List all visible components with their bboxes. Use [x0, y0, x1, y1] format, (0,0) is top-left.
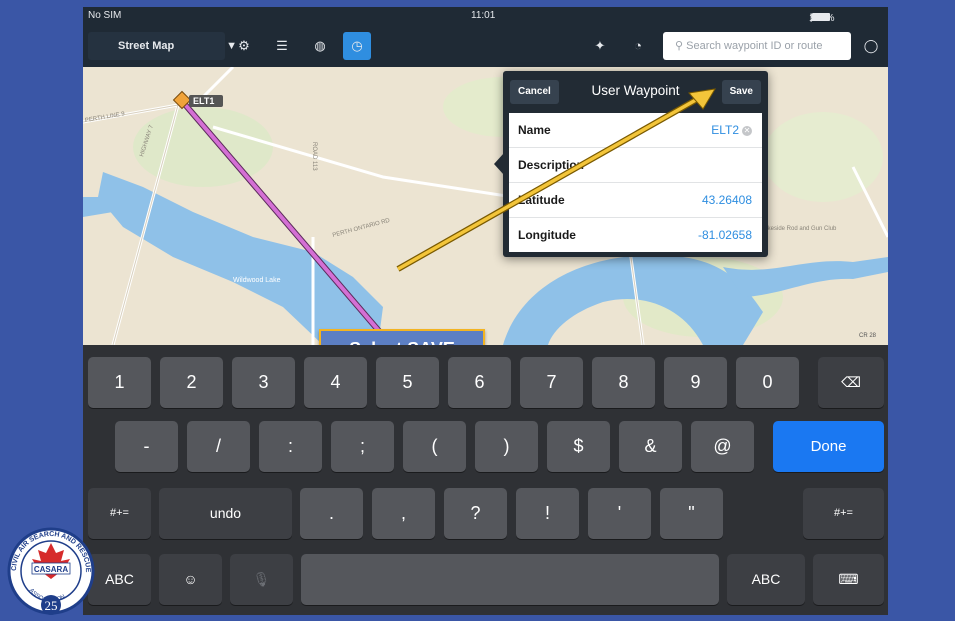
status-bar: No SIM 11:01 ➤ ᛒ 100%	[83, 7, 888, 25]
key-dollar[interactable]: $	[547, 421, 610, 472]
abc-key-right[interactable]: ABC	[727, 554, 805, 605]
key-ampersand[interactable]: &	[619, 421, 682, 472]
symbols-key-right[interactable]: #+=	[803, 488, 884, 539]
clock-icon: ◔	[634, 38, 642, 53]
waypoint-form: Name ELT2 ✕ Description Latitude 43.26408…	[509, 113, 762, 252]
dictation-key[interactable]: 🎙	[230, 554, 293, 605]
longitude-row[interactable]: Longitude -81.02658	[509, 218, 762, 252]
numeric-keyboard: 1 2 3 4 5 6 7 8 9 0 ⌫ - / : ; ( ) $ & @ …	[83, 345, 888, 615]
map-type-label: Street Map	[118, 40, 175, 52]
microphone-icon: 🎙	[252, 571, 271, 587]
description-label: Description	[518, 158, 585, 172]
key-exclamation[interactable]: !	[516, 488, 579, 539]
key-1[interactable]: 1	[88, 357, 151, 408]
abc-key-left[interactable]: ABC	[88, 554, 151, 605]
key-2[interactable]: 2	[160, 357, 223, 408]
key-3[interactable]: 3	[232, 357, 295, 408]
backspace-icon: ⌫	[841, 374, 861, 390]
key-5[interactable]: 5	[376, 357, 439, 408]
keyboard-hide-icon: ⌨	[838, 571, 859, 587]
road-label: ROAD 113	[311, 142, 317, 171]
latitude-label: Latitude	[518, 193, 565, 207]
key-close-paren[interactable]: )	[475, 421, 538, 472]
space-key[interactable]	[301, 554, 719, 605]
key-period[interactable]: .	[300, 488, 363, 539]
name-field[interactable]: ELT2 ✕	[711, 123, 752, 137]
place-label: Lakeside Rod and Gun Club	[761, 226, 837, 232]
key-7[interactable]: 7	[520, 357, 583, 408]
key-dash[interactable]: -	[115, 421, 178, 472]
hide-keyboard-key[interactable]: ⌨	[813, 554, 884, 605]
key-0[interactable]: 0	[736, 357, 799, 408]
globe-icon: ◍	[314, 38, 326, 53]
popup-pointer	[494, 153, 504, 175]
clear-icon[interactable]: ✕	[742, 125, 752, 136]
map-type-selector[interactable]: Street Map ▼	[88, 32, 237, 60]
casara-logo: CIVIL AIR SEARCH AND RESCUE CASARA ASSOC…	[7, 527, 95, 615]
battery-icon	[812, 13, 830, 21]
popup-header: Cancel User Waypoint Save	[503, 71, 768, 113]
key-semicolon[interactable]: ;	[331, 421, 394, 472]
key-quote[interactable]: "	[660, 488, 723, 539]
star-icon: ✦	[594, 38, 606, 53]
user-waypoint-popup: Cancel User Waypoint Save Name ELT2 ✕ Des…	[494, 71, 768, 257]
longitude-label: Longitude	[518, 228, 576, 242]
ipad-screen: No SIM 11:01 ➤ ᛒ 100% Street Map ▼ ⚙ ☰ ◍…	[83, 7, 888, 615]
backspace-key[interactable]: ⌫	[818, 357, 884, 408]
carrier-label: No SIM	[88, 10, 122, 21]
name-value: ELT2	[711, 123, 739, 137]
latitude-field[interactable]: 43.26408	[702, 193, 752, 207]
instruction-callout: Select SAVE	[319, 329, 485, 345]
sync-button[interactable]: ◯	[858, 32, 884, 60]
layers-button[interactable]: ☰	[267, 32, 297, 60]
key-at[interactable]: @	[691, 421, 754, 472]
key-slash[interactable]: /	[187, 421, 250, 472]
gauge-icon: ◷	[351, 38, 363, 53]
road-label: CR 28	[859, 333, 877, 339]
gear-icon: ⚙	[238, 38, 250, 53]
undo-key[interactable]: undo	[159, 488, 292, 539]
emoji-key[interactable]: ☺	[159, 554, 222, 605]
done-key[interactable]: Done	[773, 421, 884, 472]
key-8[interactable]: 8	[592, 357, 655, 408]
globe-button[interactable]: ◍	[305, 32, 335, 60]
waypoint-label: ELT1	[193, 96, 214, 106]
water-label: Wildwood Lake	[233, 277, 281, 284]
key-comma[interactable]: ,	[372, 488, 435, 539]
latitude-row[interactable]: Latitude 43.26408	[509, 183, 762, 218]
name-row[interactable]: Name ELT2 ✕	[509, 113, 762, 148]
key-question[interactable]: ?	[444, 488, 507, 539]
gauge-button[interactable]: ◷	[343, 32, 371, 60]
logo-center-text: CASARA	[34, 565, 68, 574]
toolbar: Street Map ▼ ⚙ ☰ ◍ ◷ ✦ ◔ ⚲ Search waypoi…	[83, 25, 888, 67]
search-icon: ⚲	[675, 40, 684, 52]
search-input[interactable]: ⚲ Search waypoint ID or route	[663, 32, 851, 60]
key-colon[interactable]: :	[259, 421, 322, 472]
search-placeholder: Search waypoint ID or route	[686, 40, 823, 52]
name-label: Name	[518, 123, 551, 137]
logo-years: 25	[45, 598, 58, 613]
emoji-icon: ☺	[183, 571, 198, 587]
longitude-field[interactable]: -81.02658	[698, 228, 752, 242]
list-icon: ☰	[276, 38, 288, 53]
symbols-key-left[interactable]: #+=	[88, 488, 151, 539]
clock-label: 11:01	[471, 10, 496, 21]
key-apostrophe[interactable]: '	[588, 488, 651, 539]
sync-icon: ◯	[863, 38, 879, 53]
key-9[interactable]: 9	[664, 357, 727, 408]
save-button[interactable]: Save	[721, 80, 761, 104]
description-row[interactable]: Description	[509, 148, 762, 183]
key-6[interactable]: 6	[448, 357, 511, 408]
settings-button[interactable]: ⚙	[229, 32, 259, 60]
vegetation-area	[133, 107, 273, 187]
key-4[interactable]: 4	[304, 357, 367, 408]
key-open-paren[interactable]: (	[403, 421, 466, 472]
recents-button[interactable]: ◔	[623, 32, 653, 60]
favorites-button[interactable]: ✦	[585, 32, 615, 60]
